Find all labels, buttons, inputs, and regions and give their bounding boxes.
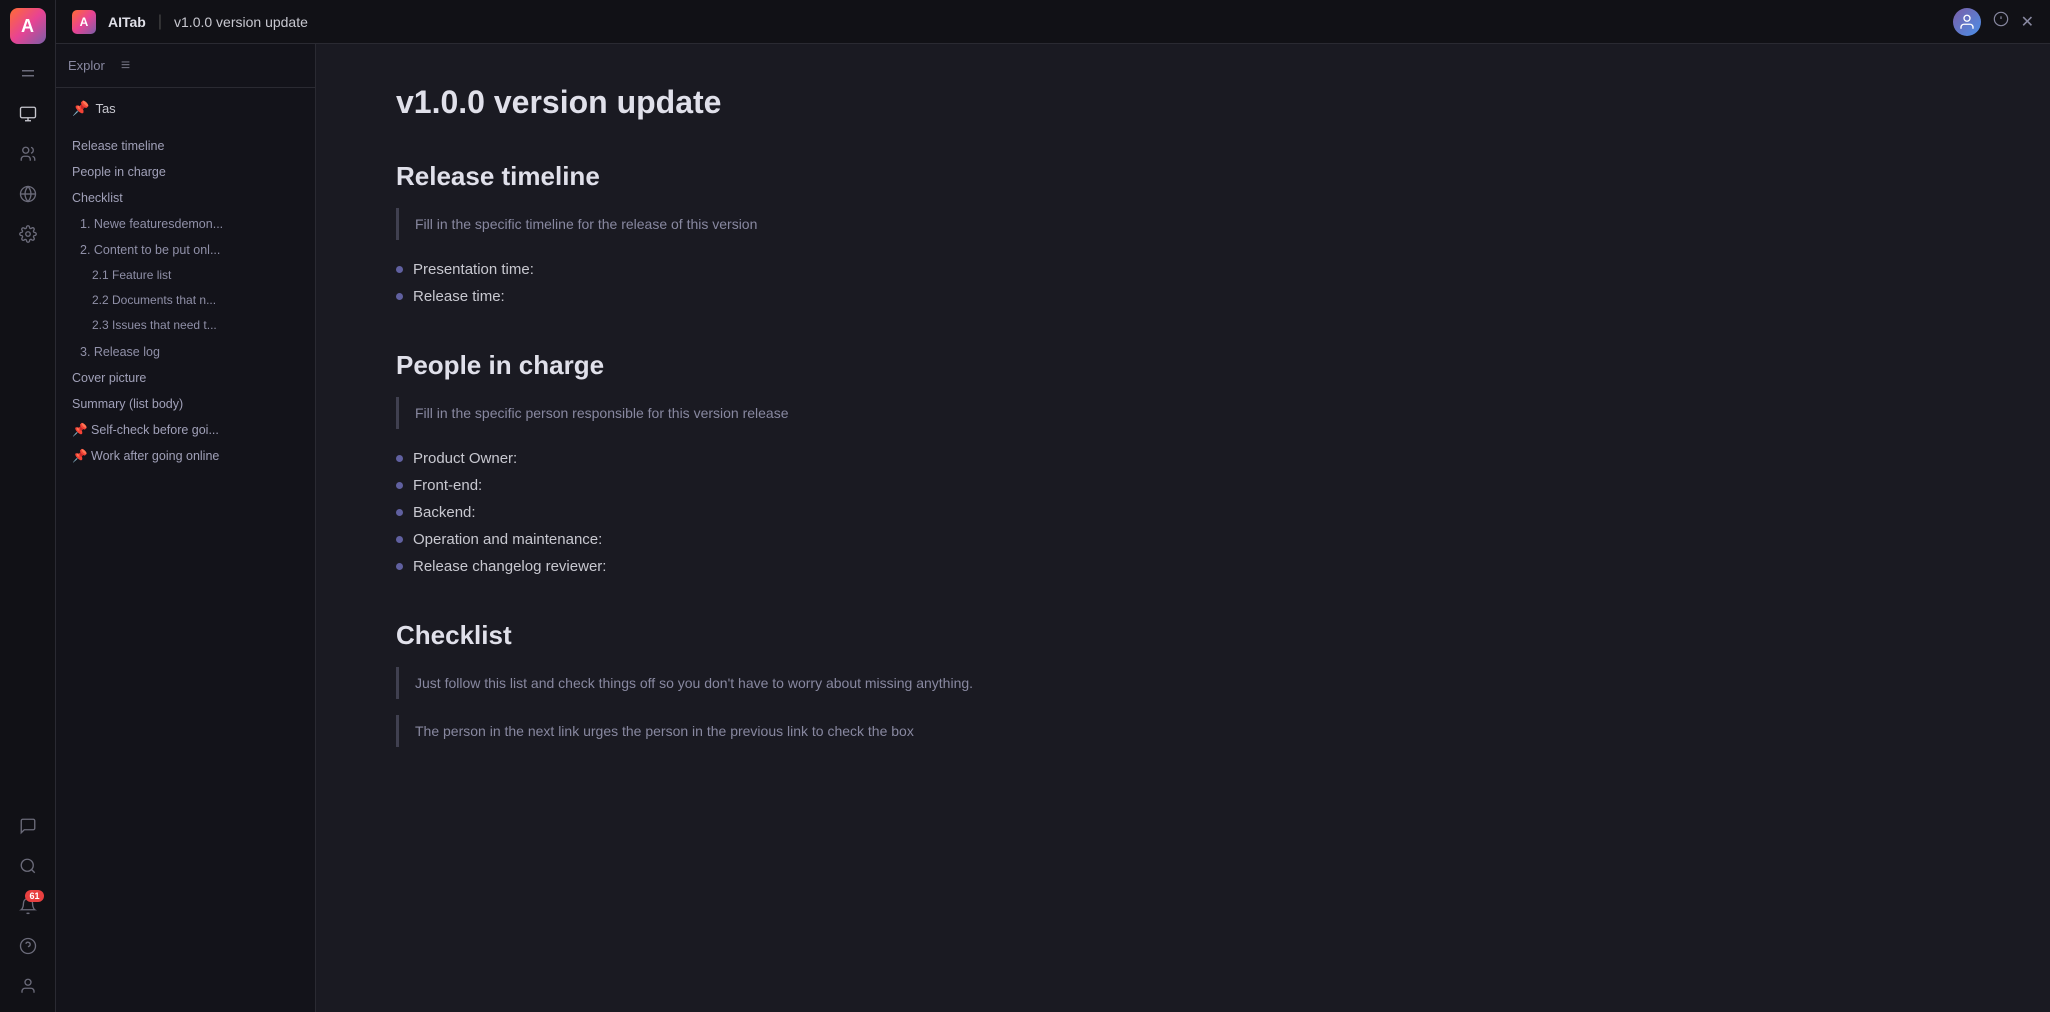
- bullet-dot: [396, 563, 403, 570]
- bullet-text: Backend:: [413, 504, 476, 521]
- toc-item-people-in-charge[interactable]: People in charge: [56, 159, 315, 185]
- title-separator: |: [158, 13, 162, 31]
- document-main-title: v1.0.0 version update: [396, 84, 1970, 121]
- toc-item-self-check[interactable]: 📌 Self-check before goi...: [56, 417, 315, 443]
- sidebar: Explor ≡ 📌 Tas Release timelinePeople in…: [56, 44, 316, 1012]
- list-item: Release changelog reviewer:: [396, 553, 1970, 580]
- sidebar-pin-item[interactable]: 📌 Tas: [56, 96, 315, 121]
- doc-title: v1.0.0 version update: [174, 14, 308, 30]
- nav-profile[interactable]: [10, 968, 46, 1004]
- icon-bar: A: [0, 0, 56, 1012]
- section-blockquote-checklist-2: The person in the next link urges the pe…: [396, 715, 1970, 747]
- list-item: Operation and maintenance:: [396, 526, 1970, 553]
- toc-item-documents-that[interactable]: 2.2 Documents that n...: [56, 288, 315, 313]
- bullet-text: Release time:: [413, 288, 505, 305]
- list-item: Backend:: [396, 499, 1970, 526]
- section-heading-release-timeline: Release timeline: [396, 161, 1970, 192]
- close-button[interactable]: ✕: [2021, 12, 2034, 32]
- explore-label: Explor: [68, 58, 105, 73]
- release-timeline-bullets: Presentation time: Release time:: [396, 256, 1970, 310]
- top-icons: ✕: [1953, 8, 2034, 36]
- toc-item-release-timeline[interactable]: Release timeline: [56, 133, 315, 159]
- people-in-charge-bullets: Product Owner: Front-end: Backend: Operatio…: [396, 445, 1970, 580]
- toc-item-release-log[interactable]: 3. Release log: [56, 339, 315, 365]
- menu-icon[interactable]: ≡: [121, 57, 130, 75]
- aitab-logo: A: [72, 10, 96, 34]
- bullet-dot: [396, 509, 403, 516]
- list-item: Presentation time:: [396, 256, 1970, 283]
- notification-badge: 61: [25, 890, 43, 902]
- toc-item-work-after[interactable]: 📌 Work after going online: [56, 443, 315, 469]
- toc-item-summary[interactable]: Summary (list body): [56, 391, 315, 417]
- pin-label: Tas: [95, 101, 115, 116]
- sidebar-pin-section: 📌 Tas: [56, 88, 315, 129]
- section-blockquote-checklist-1: Just follow this list and check things o…: [396, 667, 1970, 699]
- nav-help[interactable]: [10, 928, 46, 964]
- bullet-dot: [396, 455, 403, 462]
- body-area: Explor ≡ 📌 Tas Release timelinePeople in…: [56, 44, 2050, 1012]
- bullet-text: Product Owner:: [413, 450, 517, 467]
- sidebar-top: Explor ≡: [56, 44, 315, 88]
- document-area: v1.0.0 version update Release timeline F…: [316, 44, 2050, 1012]
- toc-item-cover-picture[interactable]: Cover picture: [56, 365, 315, 391]
- nav-search[interactable]: [10, 848, 46, 884]
- user-avatar[interactable]: [1953, 8, 1981, 36]
- bullet-text: Presentation time:: [413, 261, 534, 278]
- nav-users[interactable]: [10, 136, 46, 172]
- bullet-dot: [396, 482, 403, 489]
- toc-section: Release timelinePeople in chargeChecklis…: [56, 129, 315, 1012]
- toc-item-feature-list[interactable]: 2.1 Feature list: [56, 263, 315, 288]
- section-blockquote-release-timeline: Fill in the specific timeline for the re…: [396, 208, 1970, 240]
- app-logo[interactable]: A: [10, 8, 46, 44]
- toc-item-content-to-be-put[interactable]: 2. Content to be put onl...: [56, 237, 315, 263]
- list-item: Front-end:: [396, 472, 1970, 499]
- list-item: Product Owner:: [396, 445, 1970, 472]
- nav-globe[interactable]: [10, 176, 46, 212]
- bullet-text: Front-end:: [413, 477, 482, 494]
- nav-settings[interactable]: [10, 216, 46, 252]
- toc-item-checklist[interactable]: Checklist: [56, 185, 315, 211]
- section-heading-people-in-charge: People in charge: [396, 350, 1970, 381]
- top-bar: A AITab | v1.0.0 version update ✕: [56, 0, 2050, 44]
- nav-collapse[interactable]: [10, 56, 46, 92]
- bullet-text: Operation and maintenance:: [413, 531, 602, 548]
- brand-name: AITab: [108, 14, 146, 30]
- section-heading-checklist: Checklist: [396, 620, 1970, 651]
- list-item: Release time:: [396, 283, 1970, 310]
- nav-monitor[interactable]: [10, 96, 46, 132]
- bullet-text: Release changelog reviewer:: [413, 558, 606, 575]
- main-content: A AITab | v1.0.0 version update ✕: [56, 0, 2050, 1012]
- toc-item-newe-features[interactable]: 1. Newe featuresdemon...: [56, 211, 315, 237]
- nav-chat[interactable]: [10, 808, 46, 844]
- toc-item-issues-that-need[interactable]: 2.3 Issues that need t...: [56, 313, 315, 338]
- section-blockquote-people-in-charge: Fill in the specific person responsible …: [396, 397, 1970, 429]
- bullet-dot: [396, 266, 403, 273]
- bullet-dot: [396, 536, 403, 543]
- bullet-dot: [396, 293, 403, 300]
- nav-bell[interactable]: 61: [10, 888, 46, 924]
- info-button[interactable]: [1993, 11, 2009, 32]
